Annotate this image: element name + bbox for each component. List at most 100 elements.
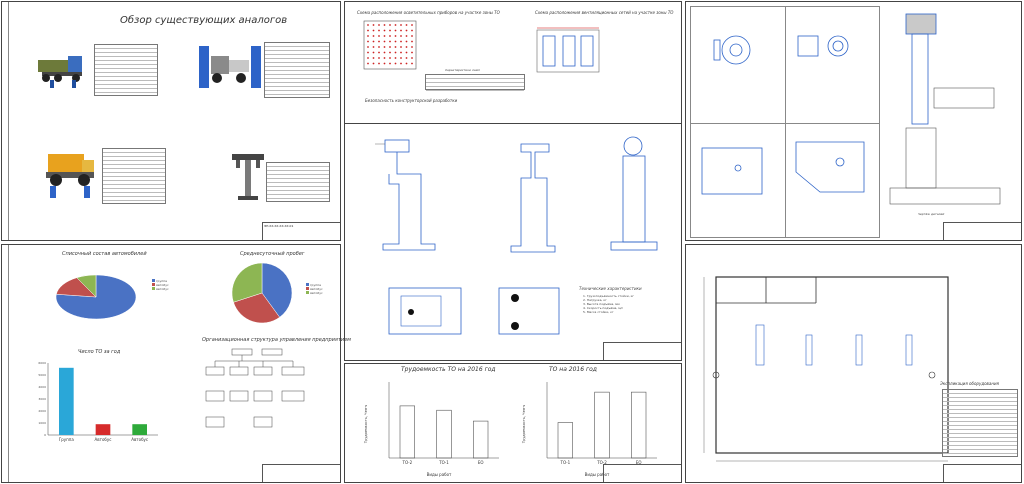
drawing-code: ЭП.ХХ.ХХ.ХХ.ХХ.01: [264, 224, 294, 228]
bar: [59, 367, 74, 435]
lamp-dot: [394, 29, 397, 32]
lamp-dot: [372, 51, 375, 54]
right-chart-title: ТО на 2016 год: [549, 366, 597, 373]
spec-table-3: [102, 148, 166, 204]
lamp-dot: [378, 40, 380, 43]
lamp-dot: [389, 40, 391, 43]
bar-chart-labour-left: ТО-2 ТО-1 ЕО Виды работ Трудоемкость, Чел·ч: [364, 382, 499, 477]
flange-part-drawing: [713, 35, 751, 65]
lamp-dot: [372, 62, 375, 65]
sheet-shop-layout: Экспликация оборудования: [685, 244, 1022, 483]
lamp-dot: [367, 57, 369, 59]
lamp-dot: [378, 57, 380, 59]
lamp-dot: [389, 24, 391, 26]
lamp-dot: [394, 24, 397, 26]
lamp-dot: [400, 35, 402, 37]
bar: [95, 424, 111, 435]
y-axis-title: Трудоемкость, Чел·ч: [522, 405, 526, 444]
bar: [631, 391, 647, 459]
lamp-dot: [400, 51, 402, 54]
x-axis-title: Виды работ: [427, 472, 452, 477]
truck-drawing-2: [199, 46, 261, 88]
lift-plan-view-1: [388, 287, 462, 335]
category-label: Автобус: [95, 437, 112, 442]
lamp-dot: [411, 57, 413, 59]
lamp-dots: [367, 24, 413, 65]
pie-chart-fleet: [55, 274, 137, 320]
bar-chart-maintenance: Группа Автобус Автобус 0 1000 2000 3000 4000 500…: [38, 361, 158, 442]
lamp-dot: [367, 51, 369, 54]
lighting-grid-plan: [363, 20, 417, 70]
title-block: [943, 222, 1021, 240]
plate-part-drawing: [701, 147, 763, 195]
sheet-border-strip: [2, 245, 9, 482]
lamp-dot: [378, 51, 380, 54]
lamp-dot: [411, 35, 413, 37]
category-label: ТО-2: [402, 460, 413, 465]
lamp-dot: [400, 62, 402, 65]
lamp-dot: [389, 62, 391, 65]
lift-column-front: [375, 139, 436, 251]
lamp-dot: [367, 24, 369, 26]
y-tick-label: 5000: [38, 373, 46, 377]
lamp-dot: [383, 40, 386, 43]
tech-characteristics-title: Технические характеристики: [579, 286, 642, 291]
bar: [436, 409, 452, 459]
sheet-analogs: Обзор существующих аналогов ЭП.ХХ.ХХ.ХХ.…: [1, 1, 341, 241]
tech-characteristics-list: 1. Грузоподъёмность стойки, кг 2. Нагруз…: [583, 294, 673, 314]
spec-table-2: [264, 42, 330, 98]
sheet-part-details: Чертёж деталей: [685, 1, 1022, 241]
lamp-dot: [400, 57, 402, 59]
lamp-dot: [405, 57, 408, 59]
lamp-dot: [383, 46, 386, 48]
lamp-dot: [411, 29, 413, 32]
lamp-dot: [367, 62, 369, 65]
bar: [557, 422, 573, 459]
sheet-title: Обзор существующих аналогов: [120, 15, 288, 26]
legend-label: Автобус: [309, 291, 323, 295]
bar-chart-title: Число ТО за год: [78, 349, 121, 355]
lamp-dot: [394, 40, 397, 43]
bar: [132, 424, 147, 435]
lamp-dot: [378, 46, 380, 48]
spec-table-1: [94, 44, 158, 96]
pie2-legend: группа Автобус Автобус: [306, 283, 323, 295]
bushing-part-drawing: [797, 35, 849, 57]
sheet-statistics: Списочный состав автомобилей Среднесуточ…: [1, 244, 351, 483]
bracket-part-drawing: [795, 141, 865, 193]
pie2-title: Среднесуточный пробег: [240, 251, 305, 257]
lamp-dot: [378, 29, 380, 32]
lamp-dot: [411, 24, 413, 26]
lamp-dot: [411, 40, 413, 43]
column-lift-drawing: [232, 154, 264, 200]
lift-plan-view-2: [498, 287, 560, 335]
sheet-lift-assembly: Схема расположения осветительных приборо…: [344, 1, 682, 361]
left-chart-title: Трудоемкость ТО на 2016 год: [401, 366, 496, 373]
dump-truck-drawing: [46, 154, 94, 198]
title-block: ЭП.ХХ.ХХ.ХХ.ХХ.01: [262, 222, 340, 240]
lamp-dot: [394, 57, 397, 59]
lamp-dot: [389, 51, 391, 54]
lamp-dot: [383, 24, 386, 26]
lamp-dot: [372, 40, 375, 43]
bar-chart-labour-right: ТО-1 ТО-2 ЕОВиды работТрудоемкость, Чел·ч: [522, 382, 657, 477]
y-tick-label: 4000: [38, 385, 46, 389]
pie1-title: Списочный состав автомобилей: [62, 251, 147, 257]
lift-column-back: [610, 136, 658, 251]
bar: [473, 420, 489, 459]
lamp-dot: [389, 57, 391, 59]
lamp-dot: [367, 35, 369, 37]
lamp-dot: [400, 29, 402, 32]
lamp-dot: [372, 57, 375, 59]
y-tick-label: 1000: [38, 421, 46, 425]
lamp-dot: [405, 24, 408, 26]
lamp-dot: [389, 35, 391, 37]
y-tick-label: 3000: [38, 397, 46, 401]
lamp-dot: [405, 51, 408, 54]
equipment-table: [942, 389, 1018, 457]
category-label: ТО-1: [560, 460, 571, 465]
spec-table-4: [266, 162, 330, 202]
ventilation-scheme-title: Схема расположения вентиляционных сетей …: [535, 10, 674, 15]
tech-line: 5. Масса стойки, кг: [583, 310, 614, 314]
section-divider: [345, 123, 681, 124]
